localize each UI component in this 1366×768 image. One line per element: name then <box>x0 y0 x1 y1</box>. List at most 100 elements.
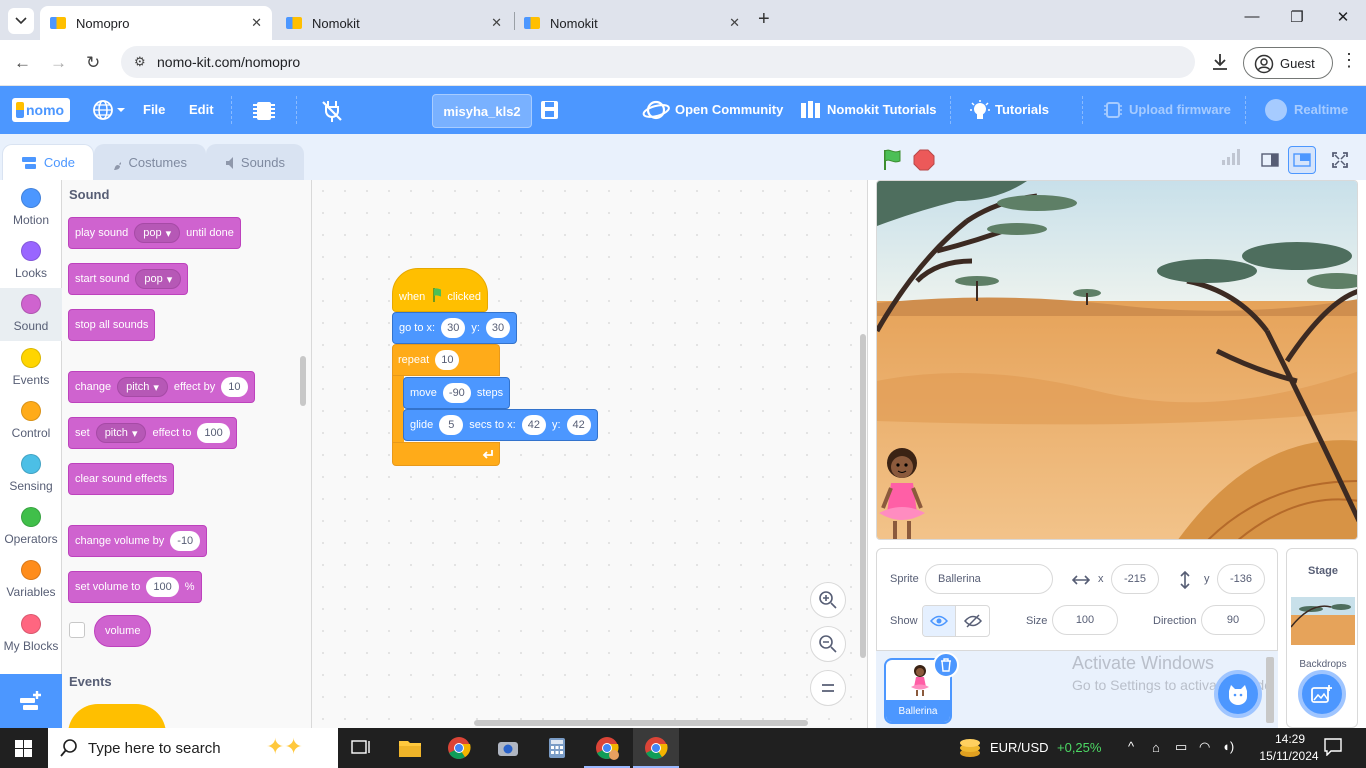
category-operators[interactable]: Operators <box>0 501 62 554</box>
forward-arrow-icon[interactable]: → <box>50 53 67 73</box>
workspace-horizontal-scrollbar[interactable] <box>474 720 808 726</box>
goto-x-input[interactable]: 30 <box>441 318 466 338</box>
category-control[interactable]: Control <box>0 395 62 448</box>
site-info-icon[interactable]: ⚙ <box>134 54 146 70</box>
back-arrow-icon[interactable]: ← <box>14 53 31 73</box>
volume-monitor-checkbox[interactable] <box>69 622 85 638</box>
stage-canvas[interactable] <box>876 180 1358 540</box>
close-icon[interactable]: ✕ <box>491 15 502 31</box>
file-explorer-icon[interactable] <box>398 736 422 760</box>
add-extension-button[interactable] <box>0 674 62 728</box>
change-effect-block[interactable]: change pitch ▾ effect by 10 <box>68 371 255 403</box>
stop-all-sounds-block[interactable]: stop all sounds <box>68 309 156 341</box>
windows-start-icon[interactable] <box>15 740 32 757</box>
category-sound[interactable]: Sound <box>0 288 62 341</box>
wifi-icon[interactable]: ◠ <box>1199 739 1210 755</box>
category-looks[interactable]: Looks <box>0 235 62 288</box>
realtime-toggle-icon[interactable] <box>1265 99 1287 121</box>
disconnected-plug-icon[interactable] <box>320 99 344 123</box>
network-device-icon[interactable]: ⌂ <box>1152 740 1160 755</box>
stop-button[interactable] <box>910 146 938 174</box>
currency-ticker[interactable]: EUR/USD <box>990 740 1049 755</box>
close-icon[interactable]: ✕ <box>729 15 740 31</box>
glide-x-input[interactable]: 42 <box>521 415 546 435</box>
calculator-icon[interactable] <box>545 736 569 760</box>
workspace-vertical-scrollbar[interactable] <box>860 334 866 658</box>
set-effect-block[interactable]: set pitch ▾ effect to 100 <box>68 417 237 449</box>
sprite-list-scrollbar[interactable] <box>1266 657 1274 723</box>
palette-scrollbar[interactable] <box>300 356 306 406</box>
profile-button[interactable]: Guest <box>1243 47 1333 79</box>
tutorials-link[interactable]: Tutorials <box>995 102 1049 117</box>
chrome-icon[interactable] <box>447 736 471 760</box>
clear-sound-effects-block[interactable]: clear sound effects <box>68 463 175 495</box>
glide-secs-input[interactable]: 5 <box>439 415 464 435</box>
camera-app-icon[interactable] <box>496 736 520 760</box>
script-workspace[interactable]: when clicked go to x: 30 y: 30 repeat 10… <box>312 180 868 728</box>
move-steps-input[interactable]: -90 <box>442 383 471 403</box>
zoom-reset-button[interactable] <box>810 670 846 706</box>
tab-sounds[interactable]: Sounds <box>206 144 304 180</box>
set-volume-block[interactable]: set volume to 100 % <box>68 571 202 603</box>
sound-dropdown[interactable]: pop ▾ <box>135 269 182 289</box>
url-field[interactable]: ⚙ nomo-kit.com/nomopro <box>121 46 1195 78</box>
close-window-button[interactable]: ✕ <box>1331 8 1355 26</box>
small-stage-button[interactable] <box>1256 146 1284 174</box>
volume-reporter-block[interactable]: volume <box>94 615 152 647</box>
fullscreen-button[interactable] <box>1326 146 1354 174</box>
normal-stage-button[interactable] <box>1288 146 1316 174</box>
new-tab-button[interactable]: + <box>758 8 770 31</box>
category-motion[interactable]: Motion <box>0 182 62 235</box>
show-sprite-button[interactable] <box>923 606 957 636</box>
save-disk-icon[interactable] <box>540 99 560 121</box>
task-view-icon[interactable] <box>349 736 373 760</box>
choose-sprite-button[interactable] <box>1214 670 1262 718</box>
move-steps-block[interactable]: move -90 steps <box>403 377 511 409</box>
volume-value-input[interactable]: 100 <box>146 577 179 597</box>
sprite-name-input[interactable]: Ballerina <box>925 564 1053 594</box>
effect-value-input[interactable]: 10 <box>221 377 248 397</box>
file-menu[interactable]: File <box>143 102 165 117</box>
repeat-count-input[interactable]: 10 <box>435 350 460 370</box>
category-variables[interactable]: Variables <box>0 554 62 607</box>
play-sound-until-done-block[interactable]: play sound pop ▾ until done <box>68 217 241 249</box>
volume-change-input[interactable]: -10 <box>170 531 201 551</box>
hide-sprite-button[interactable] <box>956 606 989 636</box>
when-flag-clicked-block-partial[interactable] <box>68 704 166 728</box>
x-position-input[interactable]: -215 <box>1111 564 1159 594</box>
browser-tab-nomokit-1[interactable]: Nomokit ✕ <box>276 6 512 40</box>
zoom-in-button[interactable] <box>810 582 846 618</box>
delete-sprite-button[interactable] <box>933 652 959 678</box>
nomokit-logo[interactable]: nomo <box>12 98 70 122</box>
zoom-out-button[interactable] <box>810 626 846 662</box>
chrome-profile-task[interactable] <box>584 728 630 768</box>
battery-icon[interactable]: ▭ <box>1175 739 1187 755</box>
y-position-input[interactable]: -136 <box>1217 564 1265 594</box>
category-sensing[interactable]: Sensing <box>0 448 62 501</box>
choose-backdrop-button[interactable] <box>1298 670 1346 718</box>
go-to-xy-block[interactable]: go to x: 30 y: 30 <box>392 312 518 344</box>
volume-icon[interactable]: ◖) <box>1222 739 1234 754</box>
effect-value-input[interactable]: 100 <box>197 423 230 443</box>
clock-time[interactable]: 14:29 <box>1262 732 1318 746</box>
change-volume-block[interactable]: change volume by -10 <box>68 525 208 557</box>
glide-y-input[interactable]: 42 <box>566 415 591 435</box>
realtime-button[interactable]: Realtime <box>1294 102 1348 117</box>
category-events[interactable]: Events <box>0 342 62 395</box>
nomokit-tutorials-link[interactable]: Nomokit Tutorials <box>827 102 937 117</box>
goto-y-input[interactable]: 30 <box>485 318 511 338</box>
tab-code[interactable]: Code <box>2 144 94 180</box>
size-input[interactable]: 100 <box>1052 605 1118 635</box>
board-chip-icon[interactable] <box>252 99 276 123</box>
edit-menu[interactable]: Edit <box>189 102 214 117</box>
reload-icon[interactable]: ↻ <box>86 53 100 73</box>
language-globe-icon[interactable] <box>92 99 126 121</box>
upload-firmware-button[interactable]: Upload firmware <box>1129 102 1231 117</box>
restore-button[interactable]: ❐ <box>1285 8 1309 26</box>
project-name-field[interactable]: misyha_kls2 <box>432 94 532 128</box>
browser-tab-nomokit-2[interactable]: Nomokit ✕ <box>514 6 750 40</box>
start-sound-block[interactable]: start sound pop ▾ <box>68 263 189 295</box>
ballerina-sprite[interactable] <box>877 443 937 540</box>
clock-date[interactable]: 15/11/2024 <box>1254 749 1324 763</box>
close-icon[interactable]: ✕ <box>251 15 262 31</box>
